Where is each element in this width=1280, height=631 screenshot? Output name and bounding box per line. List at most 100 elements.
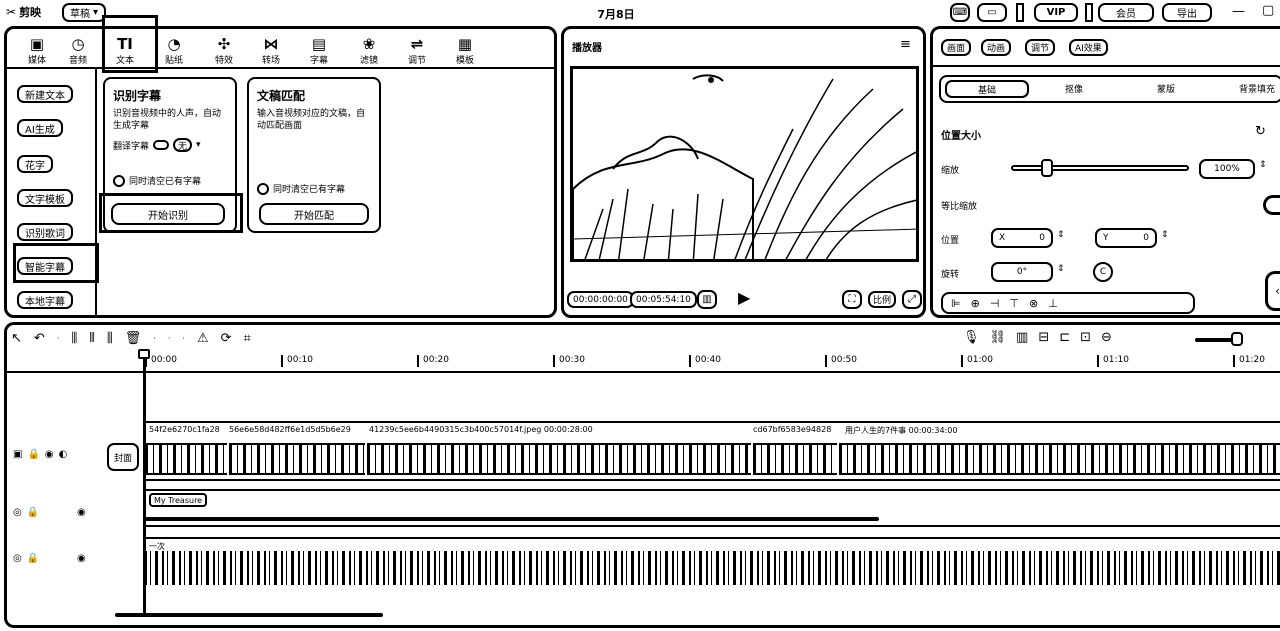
tab-3[interactable]: ◔ 贴纸 xyxy=(152,35,196,67)
video-clip-thumbnails[interactable] xyxy=(229,443,365,475)
ruler-label: 01:10 xyxy=(1103,355,1129,365)
video-clip-thumbnails[interactable] xyxy=(367,443,751,475)
member-button[interactable]: 会员 xyxy=(1098,3,1154,22)
clear-subtitle-checkbox[interactable] xyxy=(257,182,269,195)
subtab-background[interactable]: 背景填充 xyxy=(1239,82,1275,95)
rotate-reset-icon[interactable]: C xyxy=(1093,262,1113,282)
track-icon[interactable]: ◎ xyxy=(13,553,22,564)
align-center-h-icon[interactable]: ⊕ xyxy=(971,297,980,310)
attr-tab-0[interactable]: 画面 xyxy=(941,39,972,56)
reset-icon[interactable]: ↻ xyxy=(1255,124,1266,139)
ruler-label: 00:20 xyxy=(423,355,449,365)
horizontal-scrollbar[interactable] xyxy=(115,613,383,617)
cover-button[interactable]: 封面 xyxy=(107,443,139,471)
text-clip-bar[interactable] xyxy=(145,517,879,521)
rotate-input[interactable]: 0° xyxy=(991,262,1053,282)
preview-frame-image xyxy=(573,74,916,259)
audio-track-controls: ◎ 🔒 xyxy=(13,553,39,564)
layout-icon[interactable]: ▭ xyxy=(977,3,1007,22)
ratio-button[interactable]: 比例 xyxy=(868,291,897,308)
uniform-scale-toggle[interactable] xyxy=(1263,195,1280,215)
translate-select[interactable]: 无 xyxy=(173,138,193,152)
sidebar-item-6[interactable]: 本地字幕 xyxy=(17,291,73,309)
attr-tab-3[interactable]: AI效果 xyxy=(1069,39,1108,56)
sidebar-item-2[interactable]: 花字 xyxy=(17,155,53,173)
clip-label: 用户人生的7件事 00:00:34:00 xyxy=(845,426,958,435)
fullscreen-preview-icon[interactable]: ⛶ xyxy=(842,290,862,309)
tab-7[interactable]: ❀ 滤镜 xyxy=(347,35,391,67)
lock-icon[interactable]: 🔒 xyxy=(27,449,39,460)
position-y-input[interactable]: Y0 xyxy=(1095,228,1157,248)
tab-label: 模板 xyxy=(455,56,474,66)
stepper-icon[interactable]: ⇕ xyxy=(1259,160,1267,170)
tab-icon: ▦ xyxy=(457,35,473,53)
vip-button[interactable]: VIP xyxy=(1034,3,1078,22)
align-bottom-icon[interactable]: ⊥ xyxy=(1048,297,1058,310)
clear-subtitle-checkbox[interactable] xyxy=(113,174,125,187)
export-button[interactable]: 导出 xyxy=(1162,3,1212,22)
time-ruler[interactable]: 00:00 00:10 00:20 00:30 00:40 00:50 01:00 01:10… xyxy=(7,325,1280,373)
stepper-icon[interactable]: ⇕ xyxy=(1161,230,1169,240)
video-clip-thumbnails[interactable] xyxy=(145,443,227,475)
track-icon[interactable]: ▣ xyxy=(13,449,22,460)
stepper-icon[interactable]: ⇕ xyxy=(1057,264,1065,274)
sidebar-item-1[interactable]: AI生成 xyxy=(17,119,63,137)
minimize-icon[interactable]: — xyxy=(1232,4,1245,19)
sidebar-item-4[interactable]: 识别歌词 xyxy=(17,223,73,241)
subtab-basic[interactable]: 基础 xyxy=(945,80,1029,98)
draft-menu-button[interactable]: 草稿 ▾ xyxy=(62,3,107,22)
play-icon[interactable]: ▶ xyxy=(738,288,750,307)
tab-label: 字幕 xyxy=(309,56,328,66)
mute-icon[interactable]: ◐ xyxy=(59,449,68,460)
align-right-icon[interactable]: ⊣ xyxy=(990,297,1000,310)
scale-slider[interactable] xyxy=(1011,165,1189,171)
scale-input[interactable]: 100% xyxy=(1199,159,1255,179)
lock-icon[interactable]: 🔒 xyxy=(27,507,39,518)
scale-slider-handle[interactable] xyxy=(1041,159,1053,177)
start-match-button[interactable]: 开始匹配 xyxy=(259,203,369,225)
text-track-controls: ◎ 🔒 xyxy=(13,507,39,518)
video-clip-thumbnails[interactable] xyxy=(839,443,1280,475)
keyboard-icon[interactable]: ⌨ xyxy=(950,3,970,22)
button-selected-outline xyxy=(99,193,243,233)
tab-6[interactable]: ▤ 字幕 xyxy=(297,35,341,67)
align-left-icon[interactable]: ⊫ xyxy=(951,297,961,310)
clip-label: cd67bf6583e94828 xyxy=(753,425,832,434)
text-track[interactable]: My Treasure xyxy=(145,489,1280,527)
subtab-mask[interactable]: 蒙版 xyxy=(1157,82,1175,95)
tab-4[interactable]: ✣ 特效 xyxy=(202,35,246,67)
lock-icon[interactable]: 🔒 xyxy=(27,553,39,564)
tab-1[interactable]: ◷ 音频 xyxy=(56,35,100,67)
align-center-v-icon[interactable]: ⊗ xyxy=(1029,297,1038,310)
sidebar-item-0[interactable]: 新建文本 xyxy=(17,85,73,103)
subtab-cutout[interactable]: 抠像 xyxy=(1065,82,1083,95)
tab-0[interactable]: ▣ 媒体 xyxy=(15,35,59,67)
playhead-handle[interactable] xyxy=(138,349,150,359)
video-clip-thumbnails[interactable] xyxy=(753,443,837,475)
stepper-icon[interactable]: ⇕ xyxy=(1057,230,1065,240)
maximize-icon[interactable]: ▢ xyxy=(1262,3,1274,18)
track-icon[interactable]: ◎ xyxy=(13,507,22,518)
tab-8[interactable]: ⇌ 调节 xyxy=(395,35,439,67)
attr-tab-1[interactable]: 动画 xyxy=(981,39,1012,56)
eye-icon[interactable]: ◉ xyxy=(77,507,86,518)
attr-tab-2[interactable]: 调节 xyxy=(1025,39,1056,56)
ruler-label: 01:00 xyxy=(967,355,993,365)
menu-icon[interactable]: ≡ xyxy=(900,37,911,52)
video-preview[interactable] xyxy=(570,66,919,262)
collapse-panel-icon[interactable]: ‹ xyxy=(1265,271,1280,311)
text-clip[interactable]: My Treasure xyxy=(149,493,208,507)
audio-track[interactable]: 一次 xyxy=(145,537,1280,585)
position-x-input[interactable]: X0 xyxy=(991,228,1053,248)
timecode-toggle-icon[interactable]: ▥ xyxy=(697,290,717,309)
tab-icon: ▣ xyxy=(29,35,45,53)
eye-icon[interactable]: ◉ xyxy=(45,449,54,460)
video-track[interactable]: 54f2e6270c1fa28 56e6e58d482ff6e1d5d5b6e2… xyxy=(145,421,1280,481)
tab-9[interactable]: ▦ 模板 xyxy=(443,35,487,67)
tab-5[interactable]: ⋈ 转场 xyxy=(249,35,293,67)
align-top-icon[interactable]: ⊤ xyxy=(1009,297,1019,310)
draft-label: 草稿 xyxy=(70,9,90,20)
volume-icon[interactable]: ◉ xyxy=(77,553,86,564)
expand-icon[interactable]: ⤢ xyxy=(902,290,922,309)
sidebar-item-3[interactable]: 文字模板 xyxy=(17,189,73,207)
